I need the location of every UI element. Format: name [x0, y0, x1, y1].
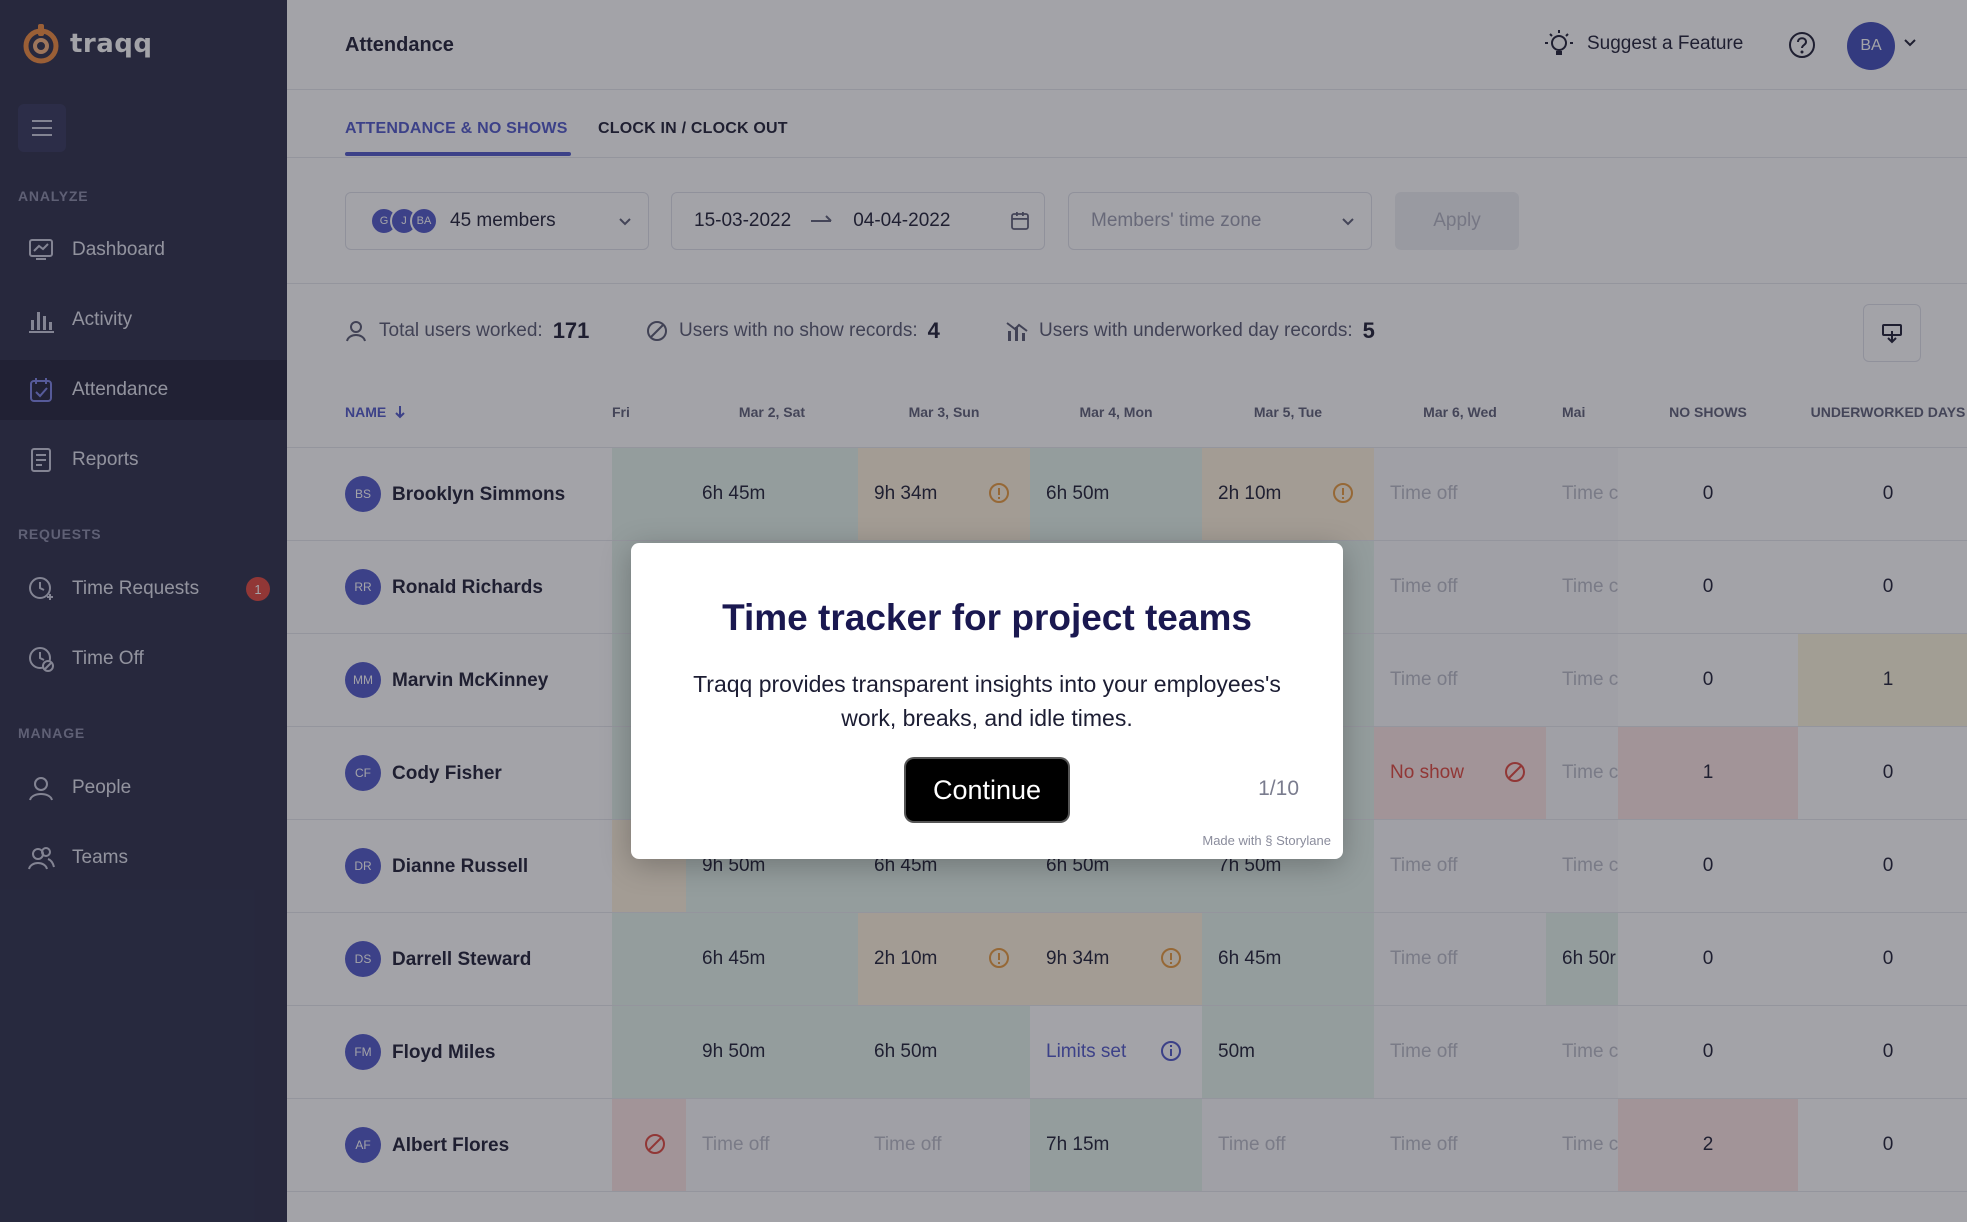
- modal-body: Traqq provides transparent insights into…: [693, 671, 1281, 731]
- modal-title: Time tracker for project teams: [722, 597, 1252, 638]
- continue-button[interactable]: Continue: [906, 759, 1068, 821]
- onboarding-modal: Time tracker for project teams Traqq pro…: [631, 543, 1343, 859]
- modal-overlay[interactable]: Time tracker for project teams Traqq pro…: [0, 0, 1967, 1222]
- step-counter: 1/10: [1258, 777, 1299, 800]
- made-with-storylane[interactable]: Made with § Storylane: [1202, 833, 1331, 848]
